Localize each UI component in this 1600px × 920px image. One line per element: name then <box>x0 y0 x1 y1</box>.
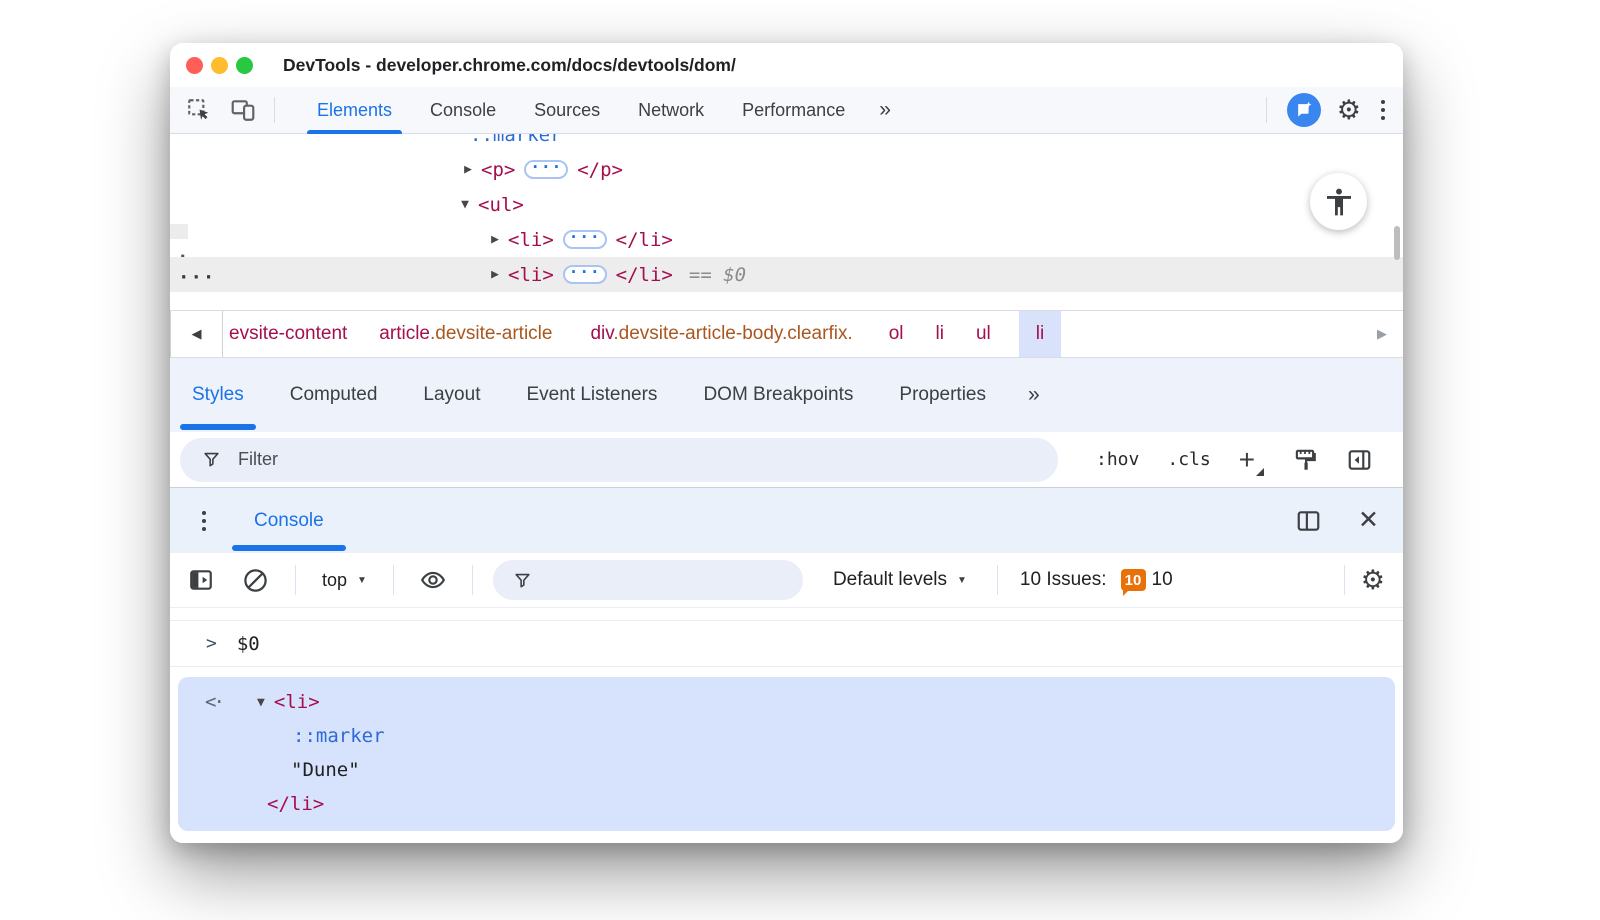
minimize-window-button[interactable] <box>211 57 228 74</box>
tab-computed[interactable]: Computed <box>290 358 378 432</box>
dom-node-li-1[interactable]: . ▶ <li> ··· </li> <box>170 222 1403 257</box>
expand-inline-icon[interactable]: ··· <box>524 160 568 179</box>
collapse-arrow-icon[interactable]: ▼ <box>248 695 274 710</box>
tab-properties[interactable]: Properties <box>899 358 986 432</box>
issues-badge-icon[interactable]: 10 <box>1121 569 1146 591</box>
breadcrumb-item-div[interactable]: div.devsite-article-body.clearfix. <box>590 323 852 345</box>
dom-tree-scrollbar[interactable] <box>1394 226 1400 260</box>
expand-inline-icon[interactable]: ··· <box>563 265 607 284</box>
settings-gear-icon[interactable]: ⚙ <box>1337 97 1361 124</box>
more-sidebar-tabs-icon[interactable]: » <box>1028 383 1040 407</box>
dom-node-marker-clipped[interactable]: ::marker <box>170 134 1403 152</box>
tab-styles[interactable]: Styles <box>192 358 244 432</box>
tab-elements[interactable]: Elements <box>317 87 392 133</box>
command-prompt-icon: > <box>206 633 217 654</box>
breadcrumb-item-article[interactable]: article.devsite-article <box>379 323 552 345</box>
accessibility-person-icon <box>1323 186 1355 218</box>
collapse-arrow-icon[interactable]: ▼ <box>452 197 478 212</box>
tab-layout[interactable]: Layout <box>423 358 480 432</box>
console-toolbar: top ▼ Default levels ▼ 10 Issues: 10 10 … <box>170 553 1403 608</box>
chevron-down-icon: ▼ <box>957 575 967 586</box>
main-menu-kebab-icon[interactable] <box>1377 96 1389 124</box>
toolbar-divider <box>295 565 296 595</box>
element-classes-button[interactable]: .cls <box>1167 449 1210 470</box>
more-tabs-icon[interactable]: » <box>879 98 891 122</box>
toolbar-divider <box>274 97 275 123</box>
titlebar: DevTools - developer.chrome.com/docs/dev… <box>170 43 1403 87</box>
chevron-down-icon: ▼ <box>357 575 367 586</box>
zoom-window-button[interactable] <box>236 57 253 74</box>
toolbar-divider <box>1344 565 1345 595</box>
split-panel-icon[interactable] <box>1295 508 1322 534</box>
console-filter-field[interactable] <box>493 560 803 600</box>
toolbar-divider <box>997 565 998 595</box>
execution-context-selector[interactable]: top <box>322 570 347 591</box>
expand-arrow-icon[interactable]: ▶ <box>482 267 508 282</box>
toolbar-divider <box>472 565 473 595</box>
rendering-brush-icon[interactable] <box>1292 447 1318 473</box>
dom-node-li-selected[interactable]: ... ▶ <li> ··· </li> == $0 <box>170 257 1403 292</box>
console-result-block[interactable]: <· ▼ <li> ::marker "Dune" </li> <box>178 677 1395 831</box>
issues-count: 10 <box>1152 569 1173 591</box>
clear-console-icon[interactable] <box>242 567 269 594</box>
tab-event-listeners[interactable]: Event Listeners <box>526 358 657 432</box>
expand-arrow-icon[interactable]: ▶ <box>455 162 481 177</box>
console-output: > $0 <· ▼ <li> ::marker "Dune" </li> <box>170 608 1403 843</box>
console-settings-gear-icon[interactable]: ⚙ <box>1361 567 1385 594</box>
styles-tab-bar: Styles Computed Layout Event Listeners D… <box>170 358 1403 432</box>
drawer-menu-kebab-icon[interactable] <box>198 507 210 535</box>
console-filter-input[interactable] <box>532 572 764 589</box>
returned-value-icon: <· <box>205 691 222 713</box>
gutter-hover-block <box>170 224 188 239</box>
close-window-button[interactable] <box>186 57 203 74</box>
breadcrumb-item-ol[interactable]: ol <box>889 323 904 345</box>
accessibility-button[interactable] <box>1310 173 1367 230</box>
node-menu-icon[interactable]: ... <box>178 261 215 283</box>
elements-dom-tree: ::marker ▶ <p> ··· </p> ▼ <ul> . ▶ <li> … <box>170 134 1403 310</box>
breadcrumb-back-icon[interactable]: ◀ <box>170 310 223 358</box>
ai-assistant-icon[interactable] <box>1287 93 1321 127</box>
toolbar-divider <box>1266 97 1267 123</box>
window-title: DevTools - developer.chrome.com/docs/dev… <box>283 55 736 76</box>
tab-console[interactable]: Console <box>430 87 496 133</box>
tab-network[interactable]: Network <box>638 87 704 133</box>
live-expression-eye-icon[interactable] <box>418 567 448 593</box>
styles-toolbar: :hov .cls + <box>170 432 1403 487</box>
console-command-row: > $0 <box>170 620 1403 667</box>
device-toolbar-icon[interactable] <box>226 95 260 125</box>
new-style-rule-button[interactable]: + <box>1239 446 1264 474</box>
dom-node-p[interactable]: ▶ <p> ··· </p> <box>170 152 1403 187</box>
breadcrumb-item-li[interactable]: li <box>936 323 944 345</box>
devtools-window: DevTools - developer.chrome.com/docs/dev… <box>170 43 1403 843</box>
selected-node-badge: == $0 <box>689 264 746 286</box>
tab-dom-breakpoints[interactable]: DOM Breakpoints <box>703 358 853 432</box>
breadcrumb-forward-icon[interactable]: ▶ <box>1369 326 1395 342</box>
filter-funnel-icon <box>513 571 532 590</box>
toggle-sidebar-icon[interactable] <box>1346 447 1373 473</box>
dom-breadcrumb-bar: ◀ evsite-content article.devsite-article… <box>170 310 1403 358</box>
toggle-element-state-button[interactable]: :hov <box>1096 449 1139 470</box>
breadcrumb-item-devsite-content[interactable]: evsite-content <box>229 323 347 345</box>
command-text: $0 <box>237 633 260 655</box>
dom-node-ul[interactable]: ▼ <ul> <box>170 187 1403 222</box>
tab-performance[interactable]: Performance <box>742 87 845 133</box>
traffic-lights <box>186 57 253 74</box>
drawer-header: Console ✕ <box>170 487 1403 553</box>
issues-counter-label[interactable]: 10 Issues: <box>1020 569 1107 591</box>
breadcrumb-item-li-selected[interactable]: li <box>1019 311 1061 357</box>
close-drawer-icon[interactable]: ✕ <box>1358 508 1379 533</box>
tab-sources[interactable]: Sources <box>534 87 600 133</box>
log-levels-selector[interactable]: Default levels <box>833 569 947 591</box>
styles-filter-field[interactable] <box>180 438 1058 482</box>
expand-arrow-icon[interactable]: ▶ <box>482 232 508 247</box>
main-toolbar: Elements Console Sources Network Perform… <box>170 87 1403 134</box>
styles-filter-input[interactable] <box>236 448 878 471</box>
expand-inline-icon[interactable]: ··· <box>563 230 607 249</box>
toolbar-divider <box>393 565 394 595</box>
drawer-tab-console[interactable]: Console <box>254 488 324 553</box>
inspect-element-icon[interactable] <box>182 95 216 125</box>
filter-funnel-icon <box>202 450 221 469</box>
console-sidebar-icon[interactable] <box>188 567 214 593</box>
breadcrumb-item-ul[interactable]: ul <box>976 323 991 345</box>
